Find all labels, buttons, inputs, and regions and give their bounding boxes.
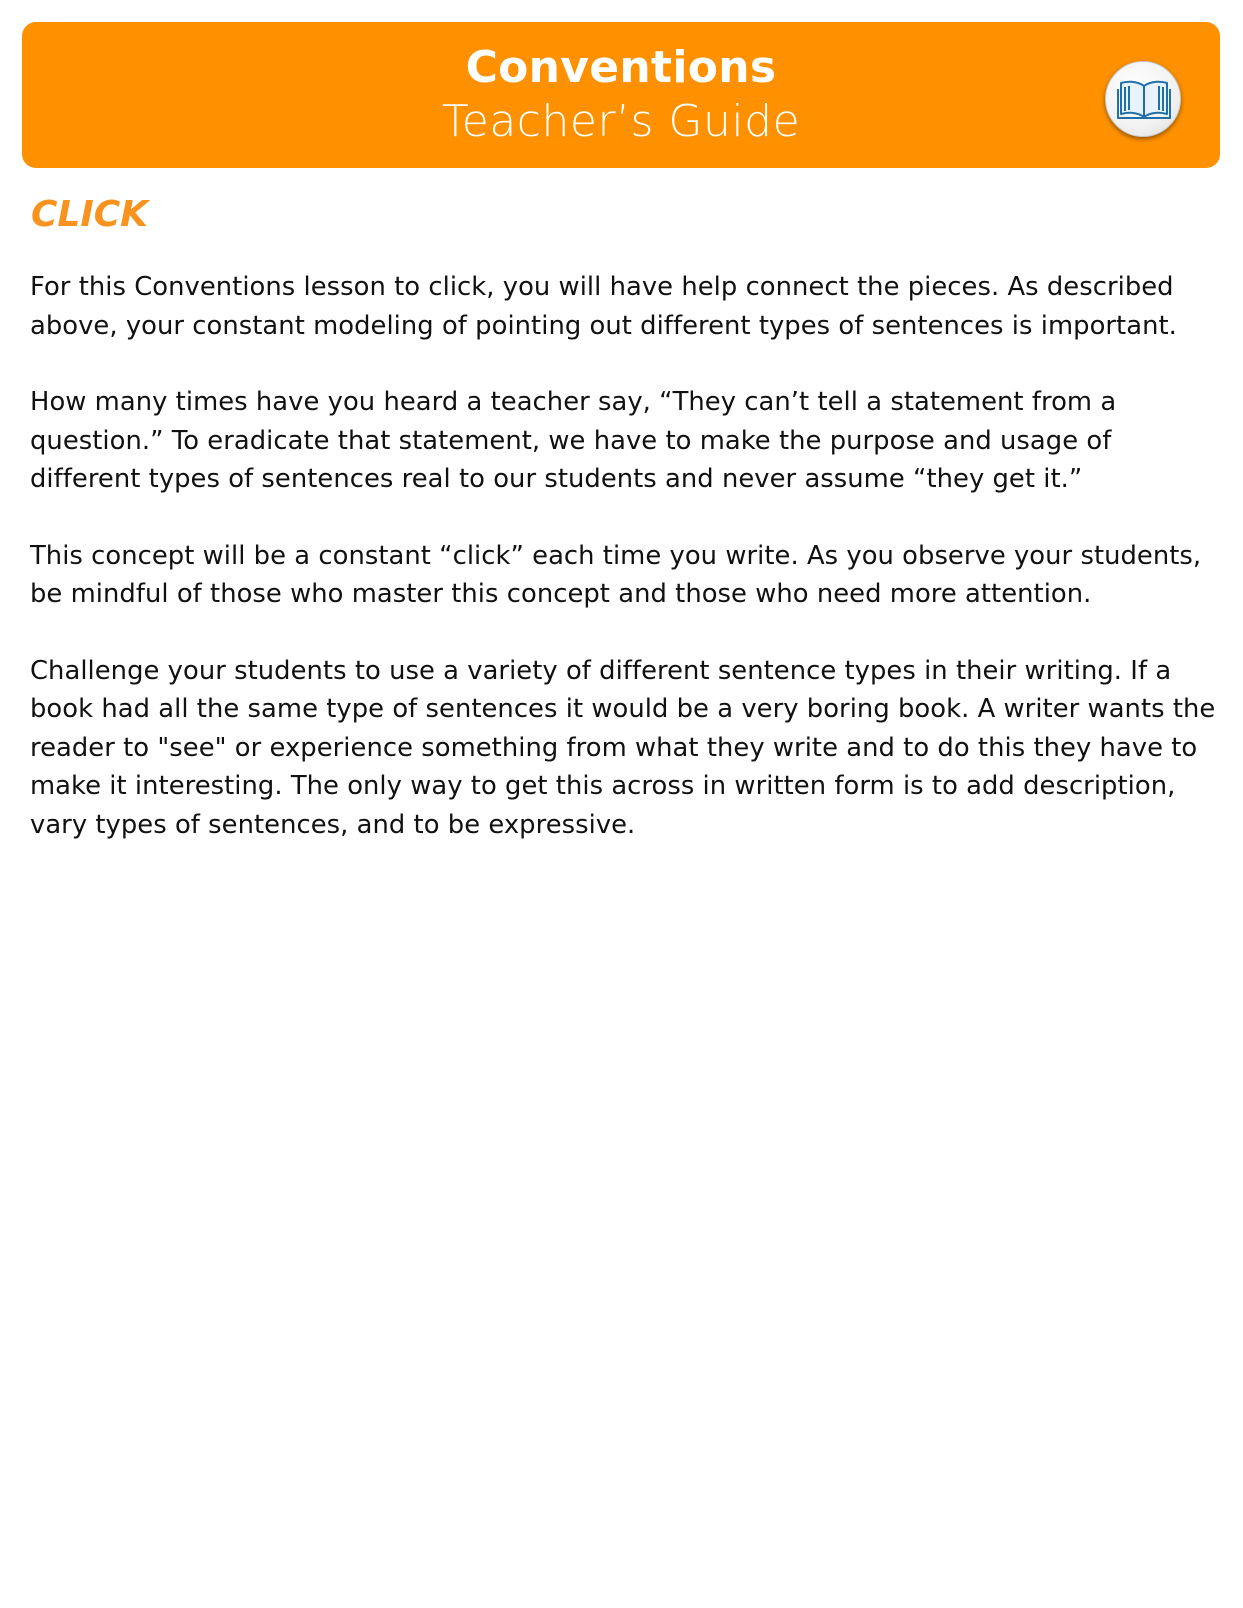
page-subtitle: Teacher’s Guide: [441, 96, 801, 147]
paragraph: How many times have you heard a teacher …: [30, 387, 1117, 494]
body-text: For this Conventions lesson to click, yo…: [30, 268, 1222, 882]
book-icon: [1105, 61, 1181, 137]
page-title: Conventions: [465, 42, 777, 93]
book-icon-graphic: [1117, 80, 1171, 119]
paragraph: For this Conventions lesson to click, yo…: [30, 272, 1177, 341]
header-banner: Conventions Teacher’s Guide: [22, 22, 1220, 168]
paragraph: Challenge your students to use a variety…: [30, 655, 1216, 840]
section-heading: CLICK: [31, 194, 149, 235]
paragraph: This concept will be a constant “click” …: [30, 540, 1202, 610]
